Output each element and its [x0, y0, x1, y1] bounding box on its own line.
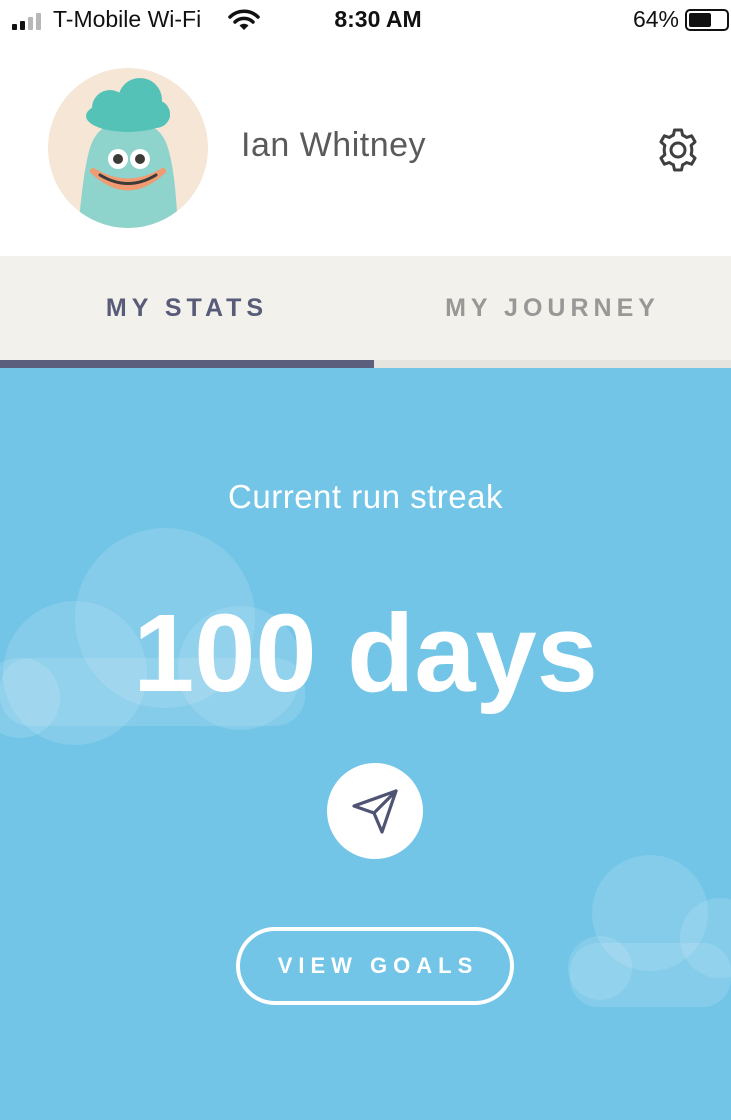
tab-my-stats[interactable]: MY STATS — [0, 256, 374, 360]
battery-level — [689, 13, 711, 27]
active-tab-indicator — [0, 360, 374, 368]
stats-panel: Current run streak 100 days VIEW GOALS — [0, 368, 731, 1120]
streak-label: Current run streak — [228, 478, 503, 515]
tab-bar: MY STATS MY JOURNEY — [0, 256, 731, 368]
status-bar: T-Mobile Wi-Fi 8:30 AM 64% — [0, 0, 731, 44]
gear-icon[interactable] — [654, 126, 702, 174]
user-name: Ian Whitney — [241, 126, 427, 164]
share-button[interactable] — [327, 763, 423, 859]
streak-value: 100 days — [133, 592, 598, 715]
battery-icon — [685, 9, 729, 31]
profile-header: Ian Whitney — [0, 44, 731, 256]
tab-indicator-track — [374, 360, 731, 368]
paper-plane-icon — [352, 789, 398, 834]
tab-my-journey[interactable]: MY JOURNEY — [374, 256, 731, 360]
view-goals-button[interactable]: VIEW GOALS — [236, 927, 514, 1005]
blob-character-avatar-icon — [78, 78, 178, 228]
status-time: 8:30 AM — [334, 6, 422, 32]
avatar[interactable] — [48, 68, 208, 228]
battery-percentage: 64% — [632, 6, 679, 32]
